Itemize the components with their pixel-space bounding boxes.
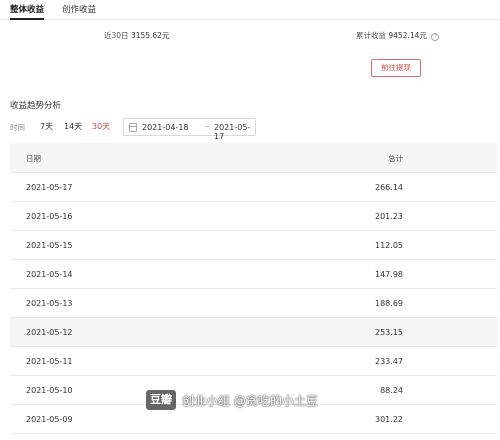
table-row: 2021-05-09 301.22 [10, 405, 497, 434]
row-total: 147.98 [375, 270, 403, 279]
row-date: 2021-05-12 [26, 328, 73, 337]
recent30-label: 近30日 [104, 31, 129, 40]
row-total: 201.23 [375, 212, 403, 221]
row-total: 301.22 [375, 415, 403, 424]
date-range-picker[interactable]: 2021-04-18 ~ 2021-05-17 [123, 118, 256, 141]
row-date: 2021-05-11 [26, 357, 73, 366]
row-total: 88.24 [380, 386, 403, 395]
date-start: 2021-04-18 [142, 123, 189, 132]
table-row: 2021-05-14 147.98 [10, 260, 497, 289]
table-row: 2021-05-12 253.15 [10, 318, 497, 347]
withdraw-button[interactable]: 前往提现 [371, 59, 421, 77]
watermark-text: 创业小组 @贪吃的小土豆 [182, 394, 318, 408]
tab-overall-income[interactable]: 整体收益 [10, 3, 45, 20]
row-date: 2021-05-10 [26, 386, 73, 395]
recent30-value: 3155.62元 [130, 31, 170, 40]
total-income-stat: 累计收益 9452.14元 ? [356, 30, 440, 41]
tab-bar: 整体收益 创作收益 [0, 0, 500, 20]
time-label: 时间 [10, 123, 25, 132]
row-date: 2021-05-14 [26, 270, 73, 279]
douban-logo: 豆瓣 [146, 390, 176, 410]
row-total: 112.05 [375, 241, 403, 250]
row-date: 2021-05-09 [26, 415, 73, 424]
tab-creation-income[interactable]: 创作收益 [62, 3, 96, 15]
table-row: 2021-05-13 188.69 [10, 289, 497, 318]
table-row: 2021-05-11 233.47 [10, 347, 497, 376]
date-end: 2021-05-17 [214, 123, 251, 141]
header-total: 总计 [388, 154, 403, 163]
table-row: 2021-05-16 201.23 [10, 202, 497, 231]
filter-row: 时间 7天 14天 30天 2021-04-18 ~ 2021-05-17 [10, 118, 310, 141]
section-title: 收益趋势分析 [10, 101, 62, 111]
table-row: 2021-05-15 112.05 [10, 231, 497, 260]
income-table: 日期 总计 2021-05-17 266.14 2021-05-16 201.2… [10, 143, 497, 434]
date-separator: ~ [204, 122, 211, 131]
row-total: 266.14 [375, 183, 403, 192]
header-date: 日期 [26, 154, 41, 163]
range-14d[interactable]: 14天 [64, 121, 82, 132]
recent30-stat: 近30日 3155.62元 [104, 30, 169, 41]
question-circle-icon[interactable]: ? [431, 33, 440, 41]
row-total: 253.15 [375, 328, 403, 337]
total-income-value: 9452.14元 [388, 31, 427, 40]
range-7d[interactable]: 7天 [40, 121, 53, 132]
range-30d[interactable]: 30天 [92, 121, 110, 132]
calendar-icon [129, 123, 137, 132]
row-date: 2021-05-16 [26, 212, 73, 221]
row-total: 188.69 [375, 299, 403, 308]
row-total: 233.47 [375, 357, 403, 366]
table-header: 日期 总计 [10, 143, 497, 173]
row-date: 2021-05-13 [26, 299, 73, 308]
row-date: 2021-05-17 [26, 183, 73, 192]
table-row: 2021-05-17 266.14 [10, 173, 497, 202]
total-income-label: 累计收益 [356, 31, 386, 40]
row-date: 2021-05-15 [26, 241, 73, 250]
